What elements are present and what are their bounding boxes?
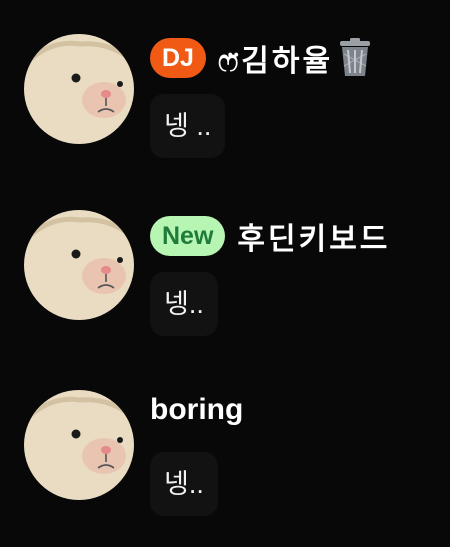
- hamster-face-icon: [24, 390, 134, 500]
- message-bubble[interactable]: 넹..: [150, 452, 218, 516]
- message-bubble[interactable]: 넹 ..: [150, 94, 226, 158]
- sender-name[interactable]: ෆ̈김하율: [218, 36, 333, 80]
- user-avatar[interactable]: [24, 390, 134, 500]
- hamster-face-icon: [24, 34, 134, 144]
- chat-message: DJ ෆ̈김하율 넹 ..: [0, 20, 450, 170]
- dj-badge: DJ: [150, 38, 206, 78]
- new-badge: New: [150, 216, 226, 256]
- user-avatar[interactable]: [24, 210, 134, 320]
- sender-name-row: DJ ෆ̈김하율: [150, 36, 373, 80]
- user-avatar[interactable]: [24, 34, 134, 144]
- chat-message: New 후딘키보드 넹..: [0, 195, 450, 345]
- sender-name-row: boring: [150, 393, 243, 427]
- chat-message: boring 넹..: [0, 375, 450, 525]
- sender-name[interactable]: boring: [150, 393, 243, 427]
- trash-can-icon: [340, 38, 371, 76]
- hamster-face-icon: [24, 210, 134, 320]
- sender-name[interactable]: 후딘키보드: [237, 214, 390, 258]
- sender-name-row: New 후딘키보드: [150, 214, 390, 258]
- message-bubble[interactable]: 넹..: [150, 272, 218, 336]
